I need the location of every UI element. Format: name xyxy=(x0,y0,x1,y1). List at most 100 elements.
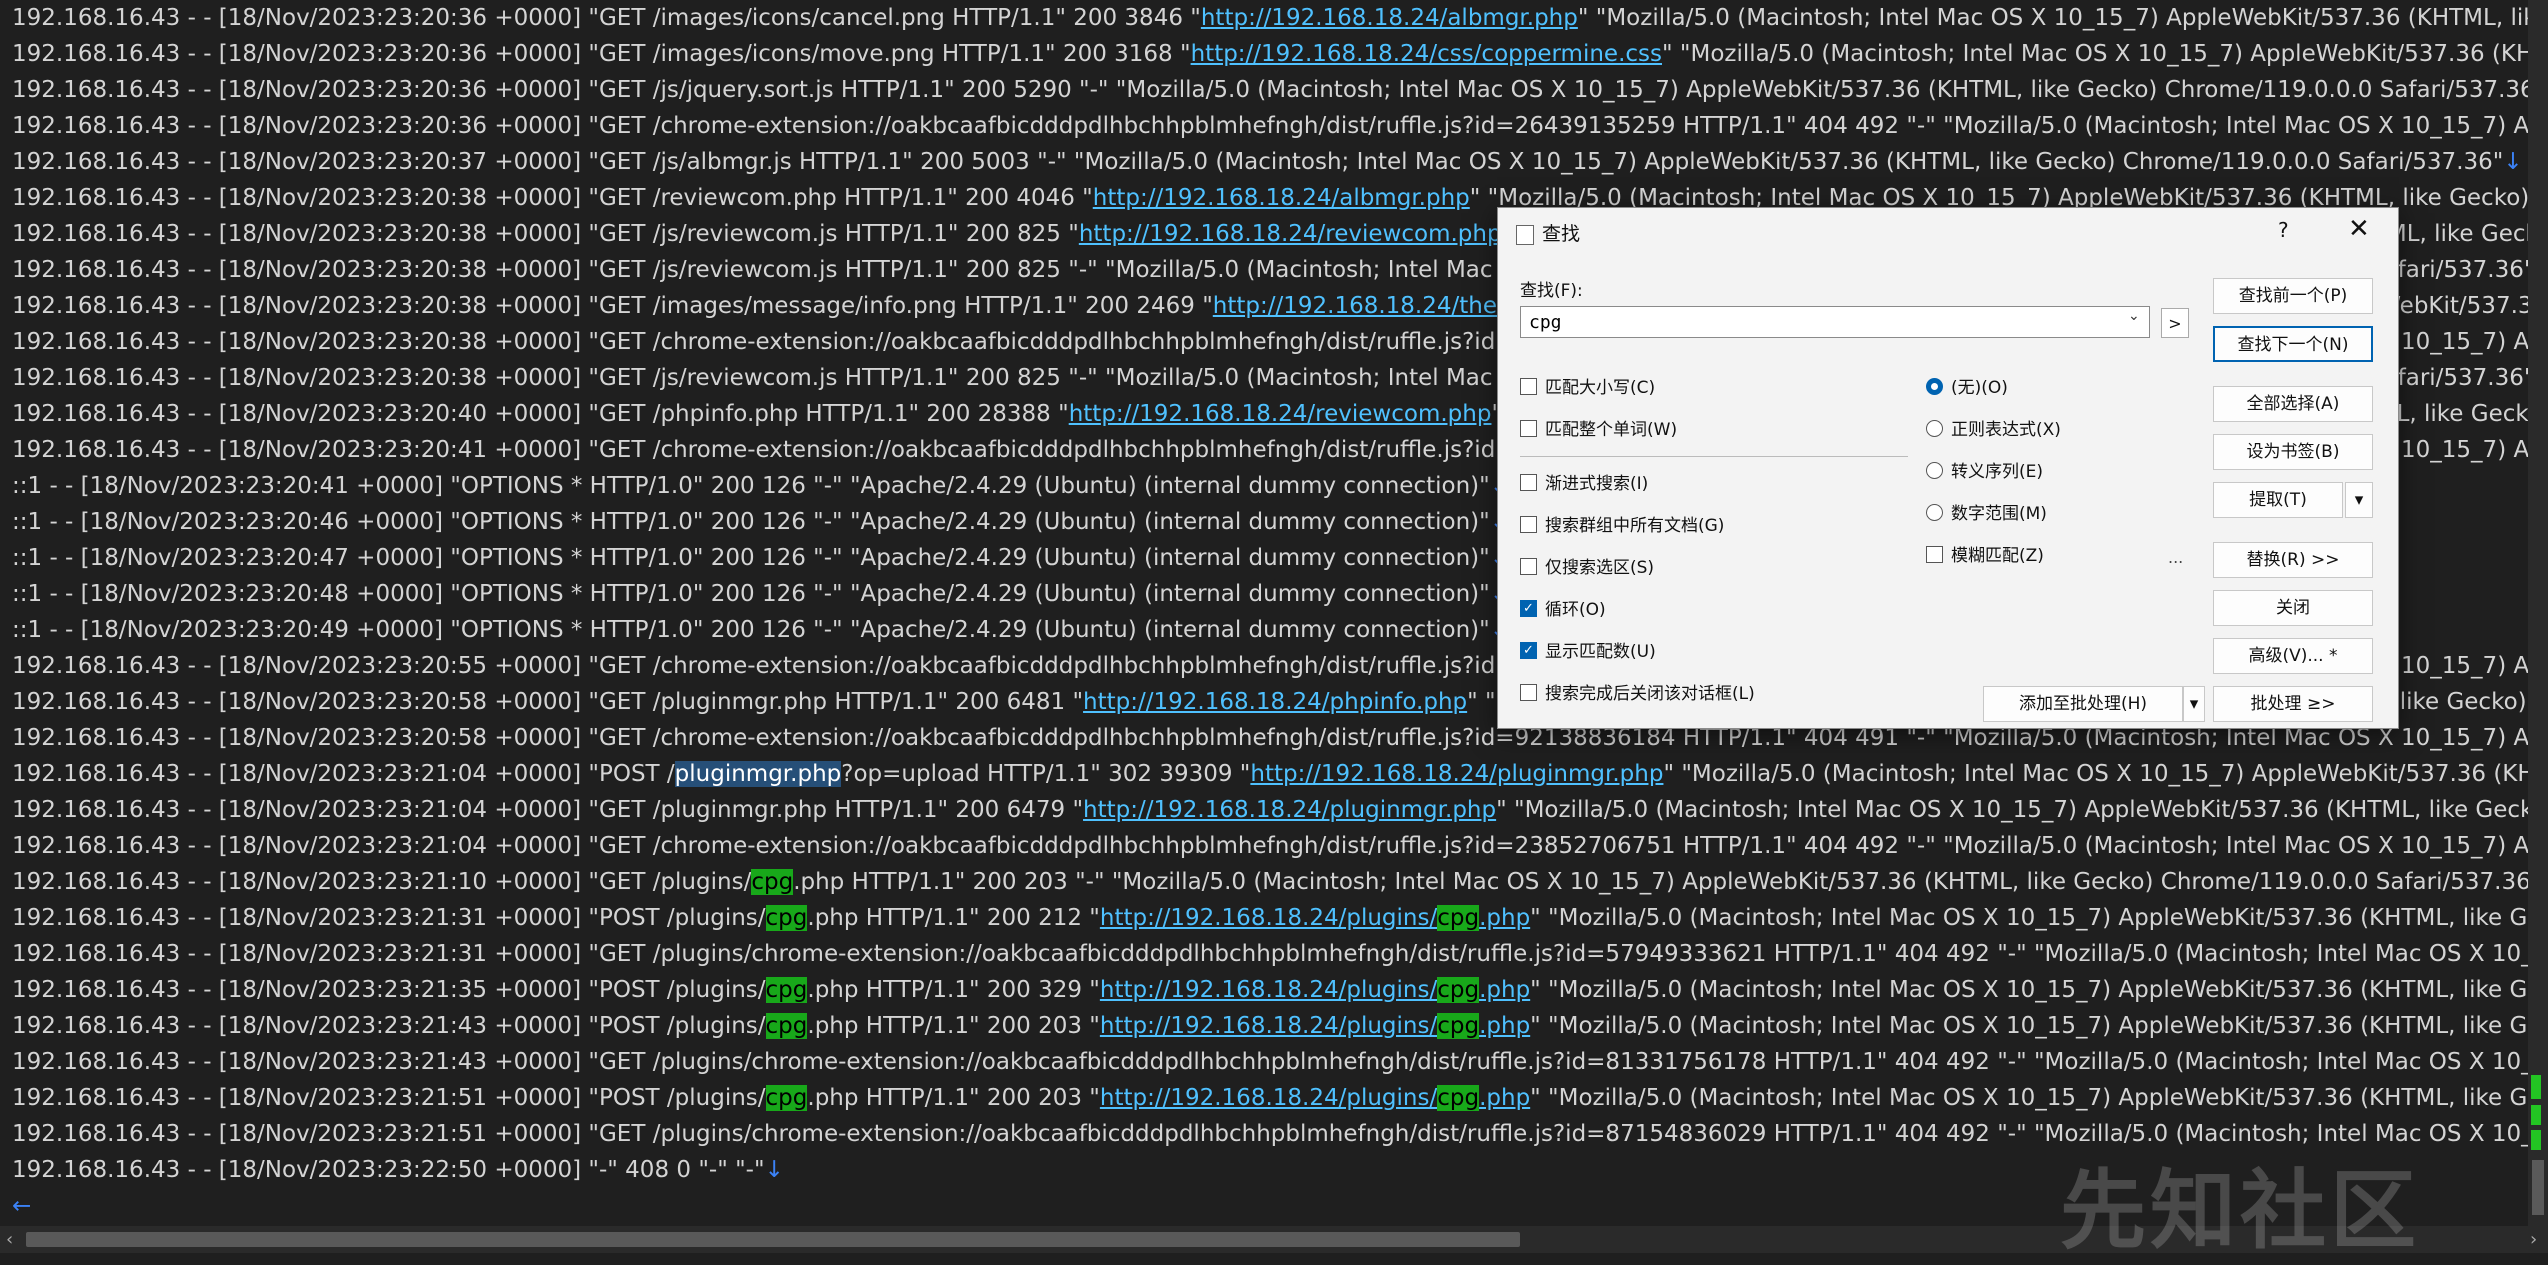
vertical-scroll-thumb[interactable] xyxy=(2532,1160,2544,1215)
selection-only-checkbox[interactable]: 仅搜索选区(S) xyxy=(1520,556,1654,580)
replace-button[interactable]: 替换(R) >> xyxy=(2213,542,2373,578)
show-match-count-checkbox[interactable]: ✓ 显示匹配数(U) xyxy=(1520,640,1656,664)
log-link[interactable]: .php xyxy=(1479,977,1530,1003)
log-line[interactable]: 192.168.16.43 - - [18/Nov/2023:23:21:04 … xyxy=(12,792,2528,828)
log-line[interactable]: 192.168.16.43 - - [18/Nov/2023:23:21:51 … xyxy=(12,1080,2528,1116)
log-link[interactable]: .php xyxy=(1479,905,1530,931)
checkbox-box[interactable] xyxy=(1520,473,1537,491)
log-line[interactable]: 192.168.16.43 - - [18/Nov/2023:23:20:36 … xyxy=(12,0,2528,36)
find-next-button[interactable]: 查找下一个(N) xyxy=(2213,326,2373,362)
log-link[interactable]: http://192.168.18.24/reviewcom.php xyxy=(1079,221,1502,247)
divider xyxy=(1520,456,1908,457)
select-all-button[interactable]: 全部选择(A) xyxy=(2213,386,2373,422)
log-line[interactable]: ::1 - - [18/Nov/2023:23:20:46 +0000] "OP… xyxy=(12,504,1509,540)
bookmark-button[interactable]: 设为书签(B) xyxy=(2213,434,2373,470)
find-history-arrow-button[interactable]: > xyxy=(2161,308,2189,338)
watermark: 先知社区 xyxy=(2060,1161,2420,1261)
log-link[interactable]: .php xyxy=(1479,1085,1530,1111)
log-link[interactable]: .php xyxy=(1479,1013,1530,1039)
check-icon[interactable]: ✓ xyxy=(1520,641,1537,659)
log-line[interactable]: 192.168.16.43 - - [18/Nov/2023:23:20:36 … xyxy=(12,36,2528,72)
horizontal-scroll-thumb[interactable] xyxy=(26,1232,1520,1247)
radio-button[interactable] xyxy=(1926,503,1943,521)
fuzzy-match-checkbox[interactable]: 模糊匹配(Z) xyxy=(1926,544,2044,568)
log-line[interactable]: 192.168.16.43 - - [18/Nov/2023:23:20:36 … xyxy=(12,108,2528,144)
mode-escape-radio[interactable]: 转义序列(E) xyxy=(1926,460,2043,484)
log-text: " "Mozilla/5.0 (Macintosh; Intel Mac OS … xyxy=(1577,5,2528,31)
log-link[interactable]: http://192.168.18.24/reviewcom.php xyxy=(1069,401,1492,427)
scroll-left-icon[interactable]: ‹ xyxy=(6,1226,13,1253)
radio-button[interactable] xyxy=(1926,419,1943,437)
find-previous-button[interactable]: 查找前一个(P) xyxy=(2213,278,2373,314)
log-link[interactable]: http://192.168.18.24/phpinfo.php xyxy=(1083,689,1467,715)
log-text: ::1 - - [18/Nov/2023:23:20:49 +0000] "OP… xyxy=(12,617,1490,643)
add-to-batch-dropdown-button[interactable]: ▾ xyxy=(2183,686,2205,722)
match-case-checkbox[interactable]: 匹配大小写(C) xyxy=(1520,376,1655,400)
checkbox-box[interactable] xyxy=(1520,557,1537,575)
log-text: 192.168.16.43 - - [18/Nov/2023:23:20:38 … xyxy=(12,293,1213,319)
log-line[interactable]: ::1 - - [18/Nov/2023:23:20:49 +0000] "OP… xyxy=(12,612,1509,648)
log-line[interactable]: ::1 - - [18/Nov/2023:23:20:47 +0000] "OP… xyxy=(12,540,1509,576)
log-text: " "Mozilla/5.0 (Macintosh; Intel Mac OS … xyxy=(1530,905,2528,931)
close-icon[interactable]: ✕ xyxy=(2348,214,2370,244)
close-button[interactable]: 关闭 xyxy=(2213,590,2373,626)
log-link[interactable]: http://192.168.18.24/plugins/ xyxy=(1100,1085,1437,1111)
checkbox-box[interactable] xyxy=(1520,683,1537,701)
mode-regex-radio[interactable]: 正则表达式(X) xyxy=(1926,418,2061,442)
all-documents-checkbox[interactable]: 搜索群组中所有文档(G) xyxy=(1520,514,1724,538)
log-link[interactable]: http://192.168.18.24/plugins/ xyxy=(1100,905,1437,931)
advanced-button[interactable]: 高级(V)... * xyxy=(2213,638,2373,674)
log-link[interactable]: http://192.168.18.24/pluginmgr.php xyxy=(1250,761,1663,787)
checkbox-box[interactable] xyxy=(1926,545,1943,563)
extract-dropdown-button[interactable]: ▾ xyxy=(2345,482,2373,518)
log-link[interactable]: http://192.168.18.24/plugins/ xyxy=(1100,1013,1437,1039)
log-line[interactable]: 192.168.16.43 - - [18/Nov/2023:23:20:37 … xyxy=(12,144,2523,180)
chevron-down-icon[interactable]: ⌄ xyxy=(2128,308,2140,324)
close-after-search-checkbox[interactable]: 搜索完成后关闭该对话框(L) xyxy=(1520,682,1755,706)
find-input[interactable] xyxy=(1520,306,2150,338)
radio-button[interactable] xyxy=(1926,461,1943,479)
log-line[interactable]: ::1 - - [18/Nov/2023:23:20:41 +0000] "OP… xyxy=(12,468,1509,504)
help-button[interactable]: ? xyxy=(2278,218,2289,242)
log-text: .php HTTP/1.1" 200 329 " xyxy=(807,977,1100,1003)
vertical-scrollbar[interactable] xyxy=(2528,0,2548,1226)
log-text: 192.168.16.43 - - [18/Nov/2023:23:21:04 … xyxy=(12,833,2528,859)
log-link[interactable]: http://192.168.18.24/albmgr.php xyxy=(1201,5,1578,31)
extract-button[interactable]: 提取(T) xyxy=(2213,482,2343,518)
checkbox-box[interactable] xyxy=(1520,419,1537,437)
log-line[interactable]: ← xyxy=(12,1188,31,1224)
log-link[interactable]: http://192.168.18.24/plugins/ xyxy=(1100,977,1437,1003)
log-line[interactable]: ::1 - - [18/Nov/2023:23:20:48 +0000] "OP… xyxy=(12,576,1509,612)
checkbox-box[interactable] xyxy=(1520,515,1537,533)
log-line[interactable]: 192.168.16.43 - - [18/Nov/2023:23:21:04 … xyxy=(12,828,2528,864)
log-line[interactable]: 192.168.16.43 - - [18/Nov/2023:23:21:10 … xyxy=(12,864,2528,900)
log-link[interactable]: http://192.168.18.24/css/coppermine.css xyxy=(1191,41,1662,67)
mode-none-radio[interactable]: (无)(O) xyxy=(1926,376,2008,400)
log-link[interactable]: http://192.168.18.24/albmgr.php xyxy=(1093,185,1470,211)
find-dialog: 查找 ? ✕ 查找(F): ⌄ > 查找前一个(P) 查找下一个(N) 全部选择… xyxy=(1497,207,2399,729)
log-line[interactable]: 192.168.16.43 - - [18/Nov/2023:23:21:31 … xyxy=(12,936,2528,972)
line-end-icon: ↓ xyxy=(2503,149,2523,175)
incremental-search-checkbox[interactable]: 渐进式搜索(I) xyxy=(1520,472,1648,496)
check-icon[interactable]: ✓ xyxy=(1520,599,1537,617)
radio-button[interactable] xyxy=(1926,377,1943,395)
whole-word-checkbox[interactable]: 匹配整个单词(W) xyxy=(1520,418,1677,442)
fuzzy-settings-button[interactable]: ... xyxy=(2168,548,2183,567)
mode-numeric-radio[interactable]: 数字范围(M) xyxy=(1926,502,2047,526)
batch-button[interactable]: 批处理 ≥> xyxy=(2213,686,2373,722)
log-line[interactable]: 192.168.16.43 - - [18/Nov/2023:23:21:31 … xyxy=(12,900,2528,936)
loop-checkbox[interactable]: ✓ 循环(O) xyxy=(1520,598,1606,622)
add-to-batch-button[interactable]: 添加至批处理(H) xyxy=(1983,686,2183,722)
log-line[interactable]: 192.168.16.43 - - [18/Nov/2023:23:21:43 … xyxy=(12,1044,2528,1080)
scroll-right-icon[interactable]: › xyxy=(2530,1226,2537,1253)
log-line[interactable]: 192.168.16.43 - - [18/Nov/2023:23:20:36 … xyxy=(12,72,2528,108)
log-line[interactable]: 192.168.16.43 - - [18/Nov/2023:23:22:50 … xyxy=(12,1152,784,1188)
log-text: ?op=upload HTTP/1.1" 302 39309 " xyxy=(841,761,1251,787)
find-label: 查找(F): xyxy=(1520,281,1583,301)
log-line[interactable]: 192.168.16.43 - - [18/Nov/2023:23:21:43 … xyxy=(12,1008,2528,1044)
log-link[interactable]: http://192.168.18.24/pluginmgr.php xyxy=(1083,797,1496,823)
checkbox-box[interactable] xyxy=(1520,377,1537,395)
log-text: 192.168.16.43 - - [18/Nov/2023:23:20:36 … xyxy=(12,113,2528,139)
log-line[interactable]: 192.168.16.43 - - [18/Nov/2023:23:21:35 … xyxy=(12,972,2528,1008)
log-line[interactable]: 192.168.16.43 - - [18/Nov/2023:23:21:04 … xyxy=(12,756,2528,792)
